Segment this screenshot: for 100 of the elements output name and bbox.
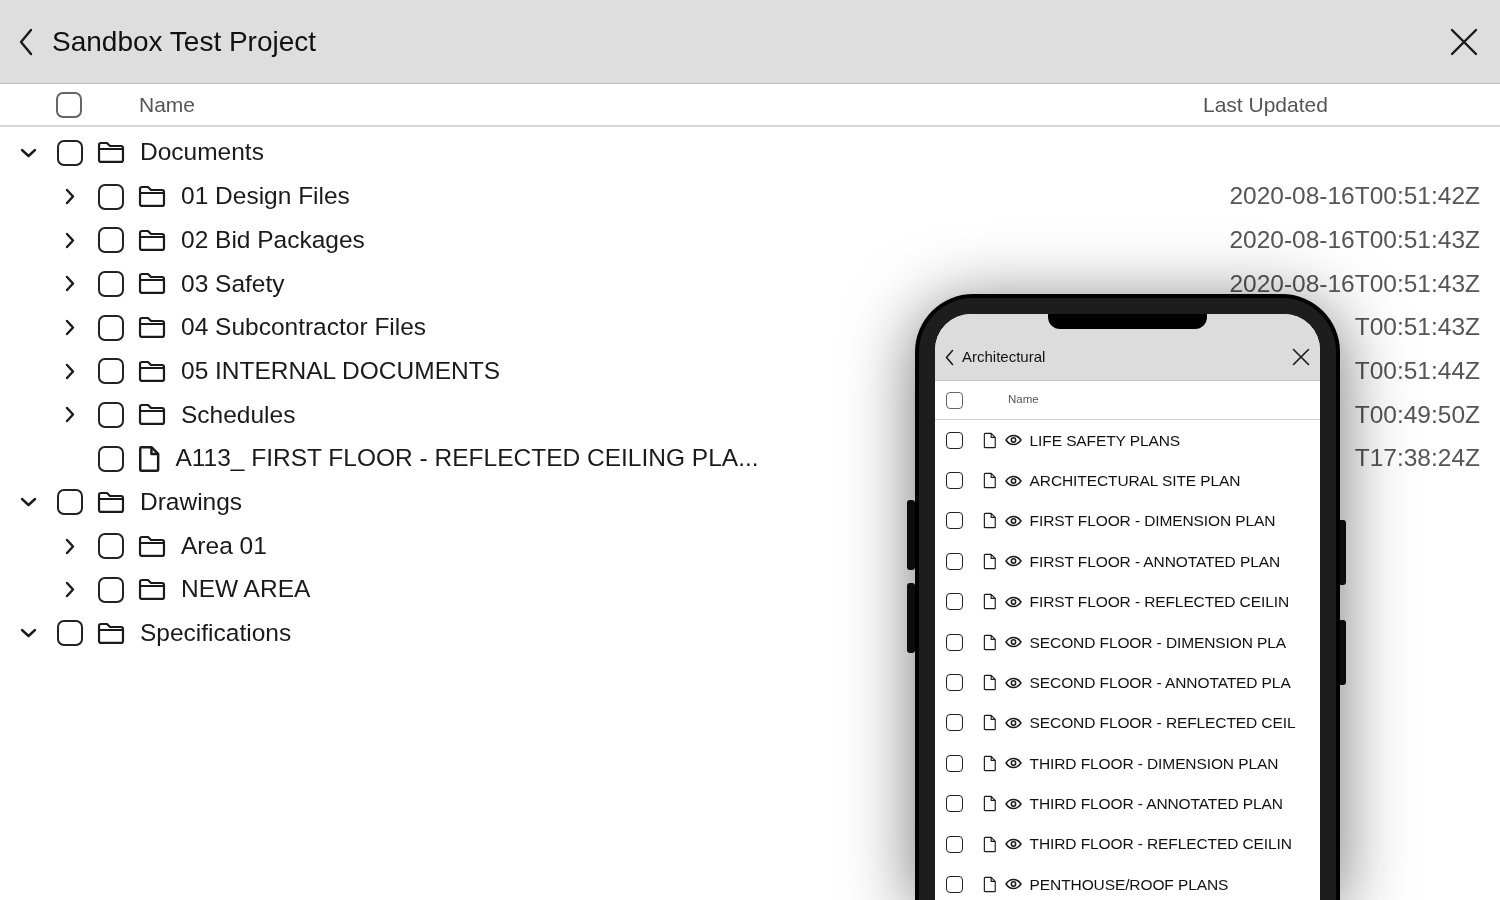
- file-name[interactable]: FIRST FLOOR - REFLECTED CEILIN: [1029, 590, 1289, 614]
- chevron-right-icon[interactable]: [64, 581, 75, 599]
- file-icon: [983, 593, 997, 611]
- checkbox[interactable]: [946, 431, 963, 449]
- folder-icon: [138, 359, 166, 383]
- item-name[interactable]: Drawings: [140, 483, 243, 521]
- checkbox[interactable]: [57, 620, 83, 647]
- checkbox[interactable]: [946, 391, 963, 409]
- folder-icon: [97, 141, 125, 165]
- checkbox[interactable]: [98, 576, 124, 603]
- chevron-down-icon[interactable]: [20, 497, 37, 508]
- close-icon[interactable]: [1292, 348, 1310, 366]
- checkbox[interactable]: [946, 593, 963, 611]
- file-icon: [983, 674, 997, 692]
- item-name[interactable]: 04 Subcontractor Files: [181, 309, 427, 346]
- file-icon: [138, 444, 161, 473]
- checkbox[interactable]: [946, 754, 963, 772]
- file-name[interactable]: PENTHOUSE/ROOF PLANS: [1029, 872, 1229, 897]
- chevron-right-icon[interactable]: [64, 406, 75, 424]
- item-name[interactable]: 03 Safety: [181, 265, 285, 303]
- checkbox[interactable]: [946, 512, 963, 530]
- file-name[interactable]: SECOND FLOOR - ANNOTATED PLA: [1029, 670, 1291, 695]
- file-name[interactable]: THIRD FLOOR - REFLECTED CEILIN: [1029, 832, 1292, 856]
- file-icon: [983, 472, 997, 490]
- item-name[interactable]: A113_ FIRST FLOOR - REFLECTED CEILING PLA...: [175, 440, 759, 478]
- checkbox[interactable]: [946, 795, 963, 813]
- file-name[interactable]: ARCHITECTURAL SITE PLAN: [1029, 468, 1241, 493]
- date-text: T17:38:24Z: [1354, 444, 1480, 472]
- chevron-down-icon[interactable]: [20, 628, 37, 639]
- file-name[interactable]: THIRD FLOOR - DIMENSION PLAN: [1029, 751, 1279, 775]
- eye-icon: [1004, 514, 1022, 527]
- date-text: 2020-08-16T00:51:43Z: [1229, 225, 1480, 253]
- folder-icon: [138, 403, 166, 427]
- checkbox[interactable]: [57, 139, 83, 166]
- item-name[interactable]: NEW AREA: [181, 571, 311, 609]
- eye-icon: [1004, 474, 1022, 487]
- back-icon[interactable]: [18, 27, 34, 56]
- back-icon[interactable]: [945, 348, 954, 366]
- folder-icon: [138, 272, 166, 296]
- checkbox[interactable]: [98, 270, 124, 297]
- checkbox[interactable]: [98, 533, 124, 560]
- chevron-right-icon[interactable]: [64, 362, 75, 380]
- checkbox[interactable]: [946, 552, 963, 570]
- file-icon: [983, 835, 997, 853]
- item-name[interactable]: Documents: [140, 134, 264, 172]
- checkbox[interactable]: [56, 91, 82, 118]
- checkbox[interactable]: [946, 472, 963, 490]
- eye-icon: [1004, 716, 1022, 729]
- window-title: Sandbox Test Project: [52, 24, 317, 59]
- checkbox[interactable]: [946, 674, 963, 692]
- file-icon: [983, 795, 997, 813]
- eye-icon: [1004, 595, 1022, 608]
- file-icon: [983, 512, 997, 530]
- file-icon: [983, 431, 997, 449]
- eye-icon: [1004, 878, 1022, 891]
- column-header[interactable]: Name: [1008, 391, 1039, 409]
- item-name[interactable]: Specifications: [140, 615, 292, 652]
- file-name[interactable]: LIFE SAFETY PLANS: [1029, 428, 1181, 452]
- chevron-down-icon[interactable]: [20, 147, 37, 158]
- eye-icon: [1004, 797, 1022, 810]
- chevron-right-icon[interactable]: [64, 537, 75, 555]
- date-text: 2020-08-16T00:51:43Z: [1229, 269, 1480, 297]
- checkbox[interactable]: [98, 401, 124, 428]
- checkbox[interactable]: [57, 489, 83, 516]
- close-icon[interactable]: [1450, 27, 1478, 56]
- eye-icon: [1004, 676, 1022, 689]
- checkbox[interactable]: [946, 633, 963, 651]
- item-name[interactable]: Area 01: [181, 527, 267, 565]
- item-name[interactable]: 01 Design Files: [181, 178, 350, 215]
- checkbox[interactable]: [98, 445, 124, 472]
- checkbox[interactable]: [98, 227, 124, 254]
- chevron-right-icon[interactable]: [64, 231, 75, 249]
- item-name[interactable]: 02 Bid Packages: [181, 221, 365, 259]
- date-text: T00:51:44Z: [1354, 356, 1480, 384]
- file-name[interactable]: FIRST FLOOR - ANNOTATED PLAN: [1029, 549, 1280, 573]
- checkbox[interactable]: [946, 714, 963, 732]
- folder-icon: [138, 228, 166, 252]
- item-name[interactable]: Schedules: [181, 396, 296, 434]
- column-header[interactable]: Name: [139, 88, 1200, 121]
- folder-icon: [138, 578, 166, 602]
- checkbox[interactable]: [98, 358, 124, 385]
- column-header[interactable]: Last Updated: [1200, 88, 1500, 121]
- chevron-right-icon[interactable]: [64, 275, 75, 293]
- file-icon: [983, 714, 997, 732]
- file-name[interactable]: SECOND FLOOR - REFLECTED CEIL: [1029, 711, 1296, 735]
- checkbox[interactable]: [946, 835, 963, 853]
- date-text: 2020-08-16T00:51:42Z: [1229, 182, 1480, 210]
- folder-icon: [97, 490, 125, 514]
- item-name[interactable]: 05 INTERNAL DOCUMENTS: [181, 352, 500, 390]
- chevron-right-icon[interactable]: [64, 319, 75, 337]
- checkbox[interactable]: [98, 183, 124, 210]
- screen-title: Architectural: [962, 346, 1046, 367]
- file-name[interactable]: SECOND FLOOR - DIMENSION PLA: [1029, 630, 1287, 654]
- checkbox[interactable]: [98, 314, 124, 341]
- date-text: T00:51:43Z: [1354, 313, 1480, 341]
- checkbox[interactable]: [946, 876, 963, 893]
- chevron-right-icon[interactable]: [64, 188, 75, 206]
- file-name[interactable]: FIRST FLOOR - DIMENSION PLAN: [1029, 509, 1276, 533]
- file-icon: [983, 552, 997, 570]
- file-name[interactable]: THIRD FLOOR - ANNOTATED PLAN: [1029, 792, 1283, 816]
